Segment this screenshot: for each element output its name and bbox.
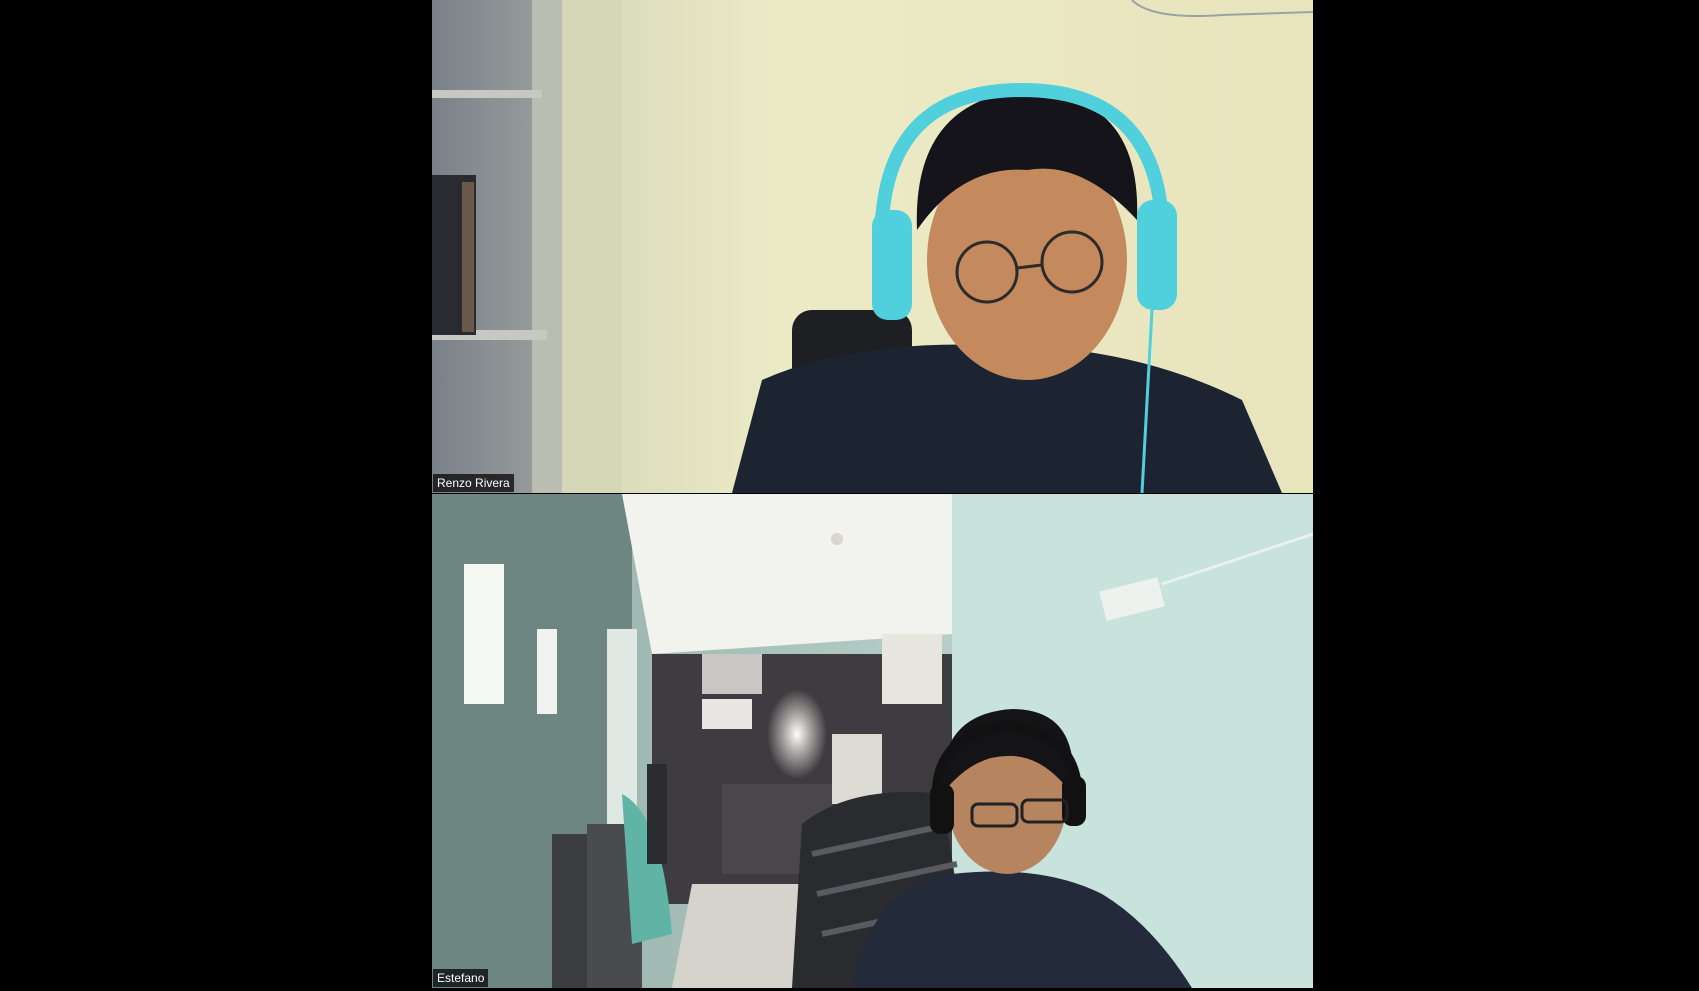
participant-name-label: Estefano [433,969,489,987]
participant-name-label: Renzo Rivera [433,474,514,492]
participant-video-feed [432,0,1313,493]
participant-video-feed [432,494,1313,988]
participant-video-tile[interactable]: Renzo Rivera [432,0,1313,493]
video-call-window: Renzo Rivera Estefano [0,0,1699,991]
participant-video-tile[interactable]: Estefano [432,494,1313,988]
